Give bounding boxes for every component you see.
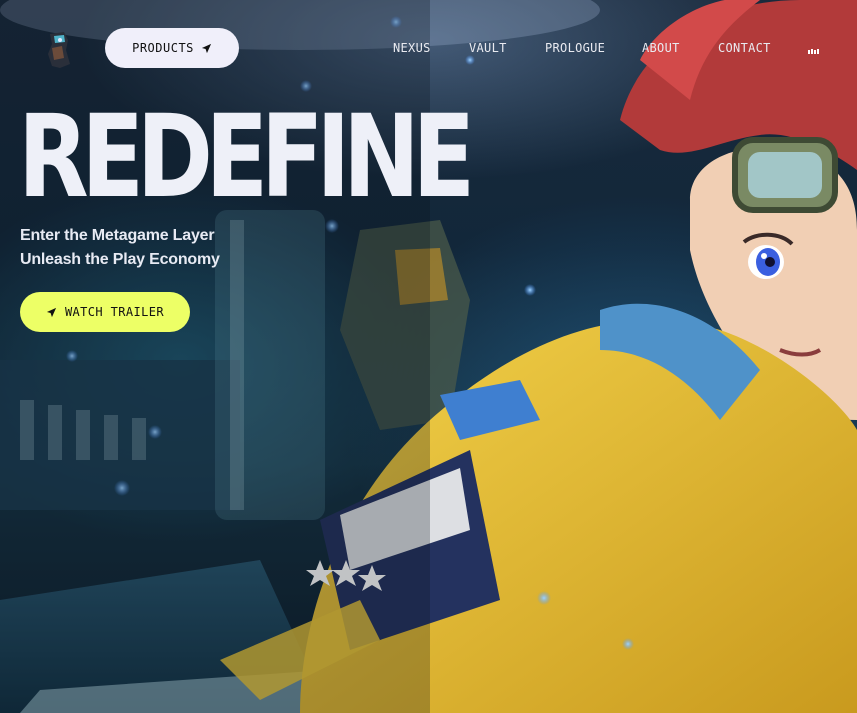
- audio-bar: [814, 50, 816, 54]
- nav-link-contact[interactable]: CONTACT: [718, 41, 771, 55]
- watch-trailer-button[interactable]: WATCH TRAILER: [20, 292, 190, 332]
- watch-trailer-label: WATCH TRAILER: [64, 305, 165, 319]
- top-navigation: PRODUCTS NEXUS VAULT PROLOGUE ABOUT CONT…: [0, 0, 857, 96]
- hero-tagline: Enter the Metagame Layer Unleash the Pla…: [20, 224, 220, 272]
- nav-link-about[interactable]: ABOUT: [642, 41, 680, 55]
- send-arrow-icon: [46, 307, 57, 317]
- hero-section: PRODUCTS NEXUS VAULT PROLOGUE ABOUT CONT…: [0, 0, 857, 713]
- audio-bar: [817, 49, 819, 54]
- tagline-line-1: Enter the Metagame Layer: [20, 227, 215, 244]
- audio-bars-icon[interactable]: [808, 42, 824, 54]
- audio-bar: [808, 50, 810, 54]
- audio-bar: [811, 49, 813, 54]
- hero-headline: REDEFINE: [18, 90, 475, 224]
- nav-link-nexus[interactable]: NEXUS: [393, 41, 431, 55]
- nav-links: NEXUS VAULT PROLOGUE ABOUT CONTACT: [0, 41, 857, 59]
- nav-link-vault[interactable]: VAULT: [469, 41, 507, 55]
- nav-link-prologue[interactable]: PROLOGUE: [545, 41, 605, 55]
- tagline-line-2: Unleash the Play Economy: [20, 251, 220, 268]
